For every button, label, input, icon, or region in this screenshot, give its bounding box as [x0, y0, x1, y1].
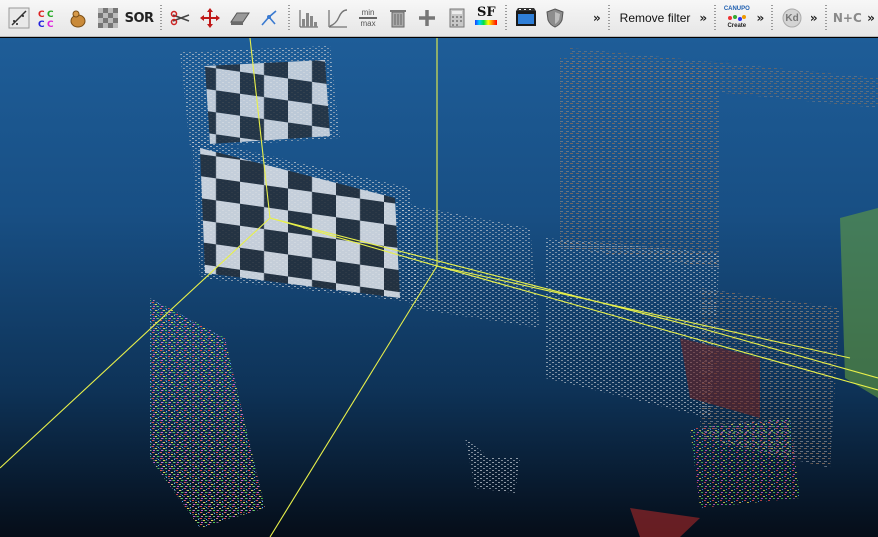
main-toolbar: CCCC SOR min max SF » Remove filter » CA…: [0, 0, 878, 37]
histogram-icon[interactable]: [296, 4, 322, 32]
toolbar-separator: [288, 5, 291, 31]
toolbar-overflow-chevron[interactable]: »: [867, 11, 875, 25]
normals-compute-button[interactable]: N+C: [833, 4, 863, 32]
sor-filter-icon[interactable]: SOR: [124, 4, 154, 32]
sf-label: SF: [477, 5, 496, 20]
3d-viewport[interactable]: [0, 38, 878, 537]
toolbar-separator: [824, 5, 827, 31]
curve-icon[interactable]: [326, 4, 352, 32]
min-max-icon[interactable]: min max: [355, 4, 381, 32]
nc-label: N+C: [832, 11, 862, 25]
toolbar-separator: [159, 5, 162, 31]
toolbar-overflow-chevron[interactable]: »: [593, 11, 601, 25]
video-icon[interactable]: [513, 4, 539, 32]
toolbar-overflow-chevron[interactable]: »: [810, 11, 818, 25]
svg-text:C: C: [47, 20, 54, 29]
svg-text:C: C: [38, 20, 45, 29]
plane-icon[interactable]: [227, 4, 253, 32]
svg-text:C: C: [38, 10, 45, 20]
noise-checker-icon[interactable]: [95, 4, 121, 32]
toolbar-separator: [771, 5, 774, 31]
scalar-field-icon[interactable]: SF: [474, 4, 500, 32]
toolbar-separator: [714, 5, 717, 31]
toolbar-separator: [505, 5, 508, 31]
checkerboard-main: [192, 138, 420, 303]
toolbar-overflow-chevron[interactable]: »: [699, 11, 707, 25]
scatter-icon[interactable]: [257, 4, 283, 32]
shield-icon[interactable]: [543, 4, 569, 32]
toolbar-overflow-chevron[interactable]: »: [757, 11, 765, 25]
canupo-label: CANUPO: [723, 6, 750, 12]
point-cloud-view: [0, 38, 878, 537]
delete-sf-icon[interactable]: [385, 4, 411, 32]
scissors-icon[interactable]: [168, 4, 194, 32]
toolbar-separator: [607, 5, 610, 31]
max-label: max: [360, 19, 376, 28]
sf-glyph: SF: [474, 5, 498, 31]
right-cluster: [630, 418, 800, 537]
translate-icon[interactable]: [197, 4, 223, 32]
canupo-create-button[interactable]: CANUPO Create: [720, 4, 753, 32]
add-sf-icon[interactable]: [414, 4, 440, 32]
background-structure: [545, 48, 878, 468]
floor-object: [465, 438, 520, 493]
min-label: min: [361, 8, 375, 17]
svg-text:C: C: [47, 10, 54, 20]
poisson-bag-icon[interactable]: [65, 4, 91, 32]
canupo-create-label: Create: [727, 23, 747, 29]
kd-tree-button[interactable]: Kd: [779, 4, 805, 32]
gray-panel: [400, 203, 540, 328]
sample-points-icon[interactable]: [6, 4, 32, 32]
kd-label: Kd: [785, 12, 799, 24]
foreground-cluster: [150, 298, 265, 528]
cc-colors-icon[interactable]: CCCC: [36, 4, 62, 32]
calculator-icon[interactable]: [444, 4, 470, 32]
canupo-dots-icon: [727, 15, 746, 21]
sf-color-ramp: [475, 20, 498, 25]
sor-label: SOR: [124, 10, 154, 26]
remove-filter-button[interactable]: Remove filter: [614, 5, 697, 31]
